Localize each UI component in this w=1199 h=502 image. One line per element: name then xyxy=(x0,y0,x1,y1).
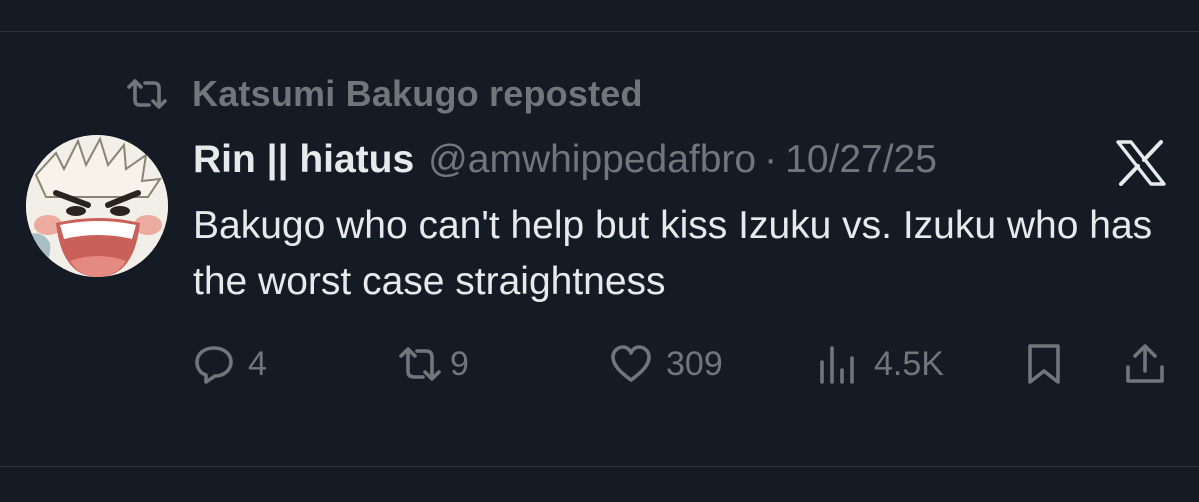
like-count: 309 xyxy=(666,344,723,383)
views-icon xyxy=(818,344,860,384)
avatar[interactable] xyxy=(26,135,168,277)
share-button[interactable] xyxy=(1124,337,1166,391)
repost-label: Katsumi Bakugo reposted xyxy=(192,73,643,114)
bookmark-icon xyxy=(1026,343,1062,385)
repost-button[interactable]: 9 xyxy=(398,337,469,391)
share-icon xyxy=(1124,343,1166,385)
top-divider xyxy=(0,31,1199,32)
like-button[interactable]: 309 xyxy=(610,337,723,391)
post-header: Rin || hiatus @amwhippedafbro · 10/27/25 xyxy=(193,134,937,186)
bookmark-button[interactable] xyxy=(1026,337,1062,391)
bottom-divider xyxy=(0,466,1199,467)
reply-icon xyxy=(194,344,234,384)
author-handle[interactable]: @amwhippedafbro xyxy=(428,138,756,182)
repost-icon xyxy=(126,77,168,111)
reply-count: 4 xyxy=(248,344,267,383)
repost-context[interactable]: Katsumi Bakugo reposted xyxy=(126,73,643,114)
x-logo-icon xyxy=(1115,140,1167,186)
repost-action-icon xyxy=(398,346,442,382)
separator-dot: · xyxy=(764,138,778,181)
post-text: Bakugo who can't help but kiss Izuku vs.… xyxy=(193,204,1153,303)
views-button[interactable]: 4.5K xyxy=(818,337,944,391)
repost-count: 9 xyxy=(450,344,469,383)
heart-icon xyxy=(610,345,652,383)
views-count: 4.5K xyxy=(874,344,944,383)
post-date[interactable]: 10/27/25 xyxy=(785,138,937,182)
reply-button[interactable]: 4 xyxy=(194,337,267,391)
post-actions: 4 9 309 4.5K xyxy=(0,337,1199,391)
author-display-name[interactable]: Rin || hiatus xyxy=(193,138,414,182)
avatar-image xyxy=(26,135,168,277)
